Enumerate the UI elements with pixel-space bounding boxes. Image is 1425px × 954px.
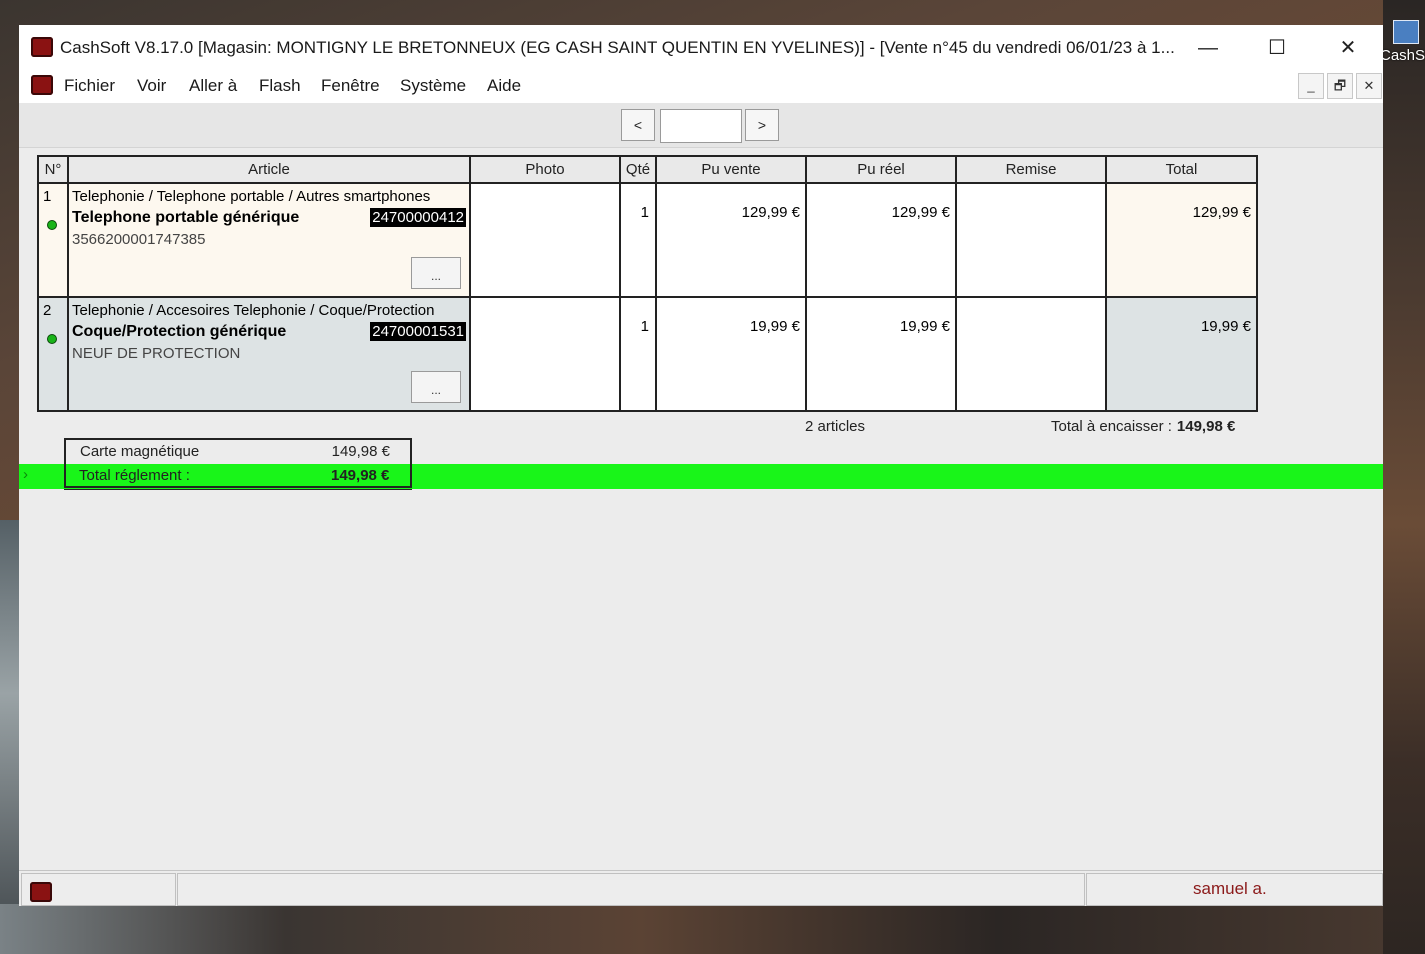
articles-count: 2 articles (805, 418, 866, 435)
row-pointer-icon: › (23, 466, 28, 483)
page-input[interactable] (660, 109, 742, 143)
row-number: 2 (43, 302, 52, 319)
article-barcode: 24700001531 (370, 322, 466, 341)
qty-value: 1 (640, 318, 649, 335)
payment-method-label[interactable]: Carte magnétique (80, 443, 199, 460)
header-qty[interactable]: Qté (619, 155, 657, 184)
navigation-toolbar: < > (19, 103, 1383, 148)
total-to-collect: Total à encaisser :149,98 € (1051, 418, 1235, 435)
menu-aller-a[interactable]: Aller à (189, 76, 237, 96)
qty-value: 1 (640, 204, 649, 221)
mdi-restore-button[interactable]: 🗗 (1327, 73, 1353, 99)
window-title: CashSoft V8.17.0 [Magasin: MONTIGNY LE B… (60, 38, 1175, 57)
desktop-background-right (1383, 0, 1425, 954)
payment-total-amount: 149,98 € (331, 467, 390, 484)
cell-pu-reel[interactable]: 129,99 € (805, 183, 957, 298)
total-value: 19,99 € (1200, 318, 1251, 335)
header-photo[interactable]: Photo (469, 155, 621, 184)
menu-bar: Fichier Voir Aller à Flash Fenêtre Systè… (19, 71, 1383, 103)
cell-pu-vente[interactable]: 19,99 € (655, 297, 807, 412)
article-serial: 3566200001747385 (72, 231, 206, 248)
menu-flash[interactable]: Flash (259, 76, 301, 96)
desktop-shortcut-label[interactable]: CashS (1380, 47, 1425, 64)
cell-total: 129,99 € (1105, 183, 1258, 298)
desktop-background (0, 520, 20, 954)
cell-pu-reel[interactable]: 19,99 € (805, 297, 957, 412)
app-logo-icon (31, 37, 53, 57)
sale-lines-table: N° Article Photo Qté Pu vente Pu réel Re… (37, 155, 1258, 412)
status-dot-icon (47, 334, 57, 344)
menu-fichier[interactable]: Fichier (64, 76, 115, 96)
maximize-button[interactable]: ☐ (1255, 33, 1299, 63)
menu-voir[interactable]: Voir (137, 76, 166, 96)
app-menu-icon[interactable] (31, 75, 53, 95)
header-article[interactable]: Article (67, 155, 471, 184)
row-number: 1 (43, 188, 52, 205)
cell-pu-vente[interactable]: 129,99 € (655, 183, 807, 298)
close-button[interactable]: ✕ (1326, 33, 1370, 63)
cell-qty[interactable]: 1 (619, 183, 657, 298)
header-total[interactable]: Total (1105, 155, 1258, 184)
menu-systeme[interactable]: Système (400, 76, 466, 96)
app-window: CashSoft V8.17.0 [Magasin: MONTIGNY LE B… (19, 25, 1383, 906)
desktop-shortcut-icon[interactable] (1393, 20, 1419, 44)
article-barcode: 24700000412 (370, 208, 466, 227)
pu-vente-value: 129,99 € (741, 204, 800, 221)
header-num[interactable]: N° (37, 155, 69, 184)
pu-vente-value: 19,99 € (749, 318, 800, 335)
cell-photo (469, 183, 621, 298)
next-button[interactable]: > (745, 109, 779, 141)
total-to-collect-value: 149,98 € (1176, 418, 1236, 435)
table-row[interactable]: 1 Telephonie / Telephone portable / Autr… (37, 183, 1258, 298)
title-bar: CashSoft V8.17.0 [Magasin: MONTIGNY LE B… (19, 25, 1383, 71)
article-details-button[interactable]: ... (411, 257, 461, 289)
status-cell-logo (21, 873, 176, 906)
article-name: Telephone portable générique (72, 209, 300, 226)
cell-remise[interactable] (955, 183, 1107, 298)
article-category-path: Telephonie / Telephone portable / Autres… (72, 188, 431, 205)
article-category-path: Telephonie / Accesoires Telephonie / Coq… (72, 302, 435, 319)
payment-method-amount: 149,98 € (331, 443, 390, 460)
header-pu-reel[interactable]: Pu réel (805, 155, 957, 184)
previous-button[interactable]: < (621, 109, 655, 141)
article-name: Coque/Protection générique (72, 323, 287, 340)
total-value: 129,99 € (1192, 204, 1251, 221)
article-description: NEUF DE PROTECTION (72, 345, 241, 362)
payment-total-label: Total réglement : (79, 467, 190, 484)
desktop-background-bottom (0, 904, 1425, 954)
article-details-button[interactable]: ... (411, 371, 461, 403)
cell-num: 1 (37, 183, 69, 298)
cell-total: 19,99 € (1105, 297, 1258, 412)
pu-reel-value: 19,99 € (899, 318, 950, 335)
mdi-close-button[interactable]: ✕ (1356, 73, 1382, 99)
app-status-icon (30, 882, 52, 902)
table-row[interactable]: 2 Telephonie / Accesoires Telephonie / C… (37, 297, 1258, 412)
status-dot-icon (47, 220, 57, 230)
cell-article: Telephonie / Telephone portable / Autres… (67, 183, 471, 298)
pu-reel-value: 129,99 € (891, 204, 950, 221)
minimize-button[interactable]: — (1186, 33, 1230, 63)
status-cell-message (177, 873, 1085, 906)
cell-qty[interactable]: 1 (619, 297, 657, 412)
mdi-minimize-button[interactable]: _ (1298, 73, 1324, 99)
header-remise[interactable]: Remise (955, 155, 1107, 184)
status-bar: samuel a. (19, 870, 1383, 906)
current-user: samuel a. (1193, 879, 1267, 898)
cell-article: Telephonie / Accesoires Telephonie / Coq… (67, 297, 471, 412)
menu-aide[interactable]: Aide (487, 76, 521, 96)
cell-remise[interactable] (955, 297, 1107, 412)
cell-num: 2 (37, 297, 69, 412)
table-header-row: N° Article Photo Qté Pu vente Pu réel Re… (37, 155, 1258, 184)
menu-fenetre[interactable]: Fenêtre (321, 76, 380, 96)
cell-photo (469, 297, 621, 412)
header-pu-vente[interactable]: Pu vente (655, 155, 807, 184)
total-to-collect-label: Total à encaisser : (1051, 418, 1172, 435)
